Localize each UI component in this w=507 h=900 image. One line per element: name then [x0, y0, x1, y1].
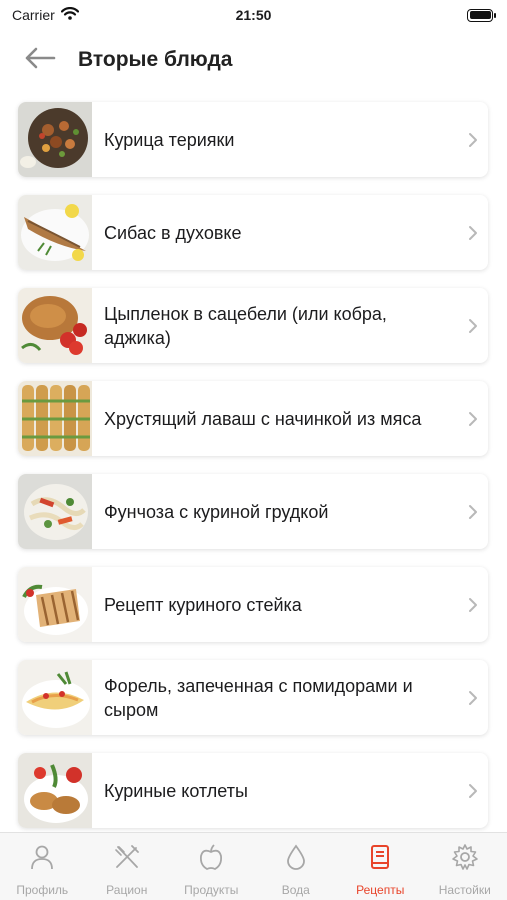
recipe-photo — [18, 195, 92, 270]
status-left: Carrier — [12, 7, 79, 23]
tab-label: Профиль — [16, 883, 69, 897]
water-drop-icon — [282, 843, 310, 876]
recipe-photo — [18, 567, 92, 642]
recipe-title: Сибас в духовке — [104, 222, 242, 243]
recipe-card[interactable]: Сибас в духовке — [18, 195, 488, 270]
person-icon — [28, 843, 56, 876]
recipe-list: Курица терияки Сибас в духовке Цыпленок — [18, 102, 488, 846]
chevron-right-icon — [458, 411, 488, 427]
tab-water[interactable]: Вода — [254, 843, 338, 897]
wifi-icon — [60, 7, 79, 23]
recipe-card[interactable]: Форель, запеченная с помидорами и сыром — [18, 660, 488, 735]
recipe-title: Куриные котлеты — [104, 780, 248, 801]
apple-icon — [197, 843, 225, 876]
recipe-title: Рецепт куриного стейка — [104, 594, 302, 615]
arrow-left-icon — [24, 47, 56, 74]
tab-label: Продукты — [184, 883, 239, 897]
gear-icon — [451, 843, 479, 876]
tab-label: Рацион — [106, 883, 148, 897]
chevron-right-icon — [458, 783, 488, 799]
recipe-card[interactable]: Рецепт куриного стейка — [18, 567, 488, 642]
recipe-title: Хрустящий лаваш с начинкой из мяса — [104, 408, 422, 429]
battery-icon — [467, 8, 496, 22]
chevron-right-icon — [458, 225, 488, 241]
tab-products[interactable]: Продукты — [169, 843, 253, 897]
recipe-photo — [18, 660, 92, 735]
recipe-title: Цыпленок в сацебели (или кобра, аджика) — [104, 303, 387, 348]
chevron-right-icon — [458, 132, 488, 148]
recipe-photo — [18, 474, 92, 549]
recipe-title: Курица терияки — [104, 129, 235, 150]
back-button[interactable] — [20, 40, 60, 80]
tab-recipes[interactable]: Рецепты — [338, 843, 422, 897]
recipe-photo — [18, 381, 92, 456]
tab-label: Рецепты — [356, 883, 405, 897]
recipe-card[interactable]: Хрустящий лаваш с начинкой из мяса — [18, 381, 488, 456]
recipe-photo — [18, 753, 92, 828]
navigation-header: Вторые блюда — [0, 38, 507, 82]
recipe-title: Фунчоза с куриной грудкой — [104, 501, 329, 522]
tab-label: Вода — [281, 883, 310, 897]
tab-profile[interactable]: Профиль — [0, 843, 84, 897]
recipe-title: Форель, запеченная с помидорами и сыром — [104, 675, 413, 720]
tab-diet[interactable]: Рацион — [85, 843, 169, 897]
tab-bar: Профиль Рацион Продукты Вода Рецепты Нас… — [0, 832, 507, 900]
tab-label: Настойки — [438, 883, 491, 897]
page-title: Вторые блюда — [78, 48, 233, 71]
book-icon — [366, 843, 394, 876]
status-bar: Carrier 21:50 — [0, 0, 507, 30]
chevron-right-icon — [458, 597, 488, 613]
chevron-right-icon — [458, 504, 488, 520]
recipe-photo — [18, 288, 92, 363]
tab-settings[interactable]: Настойки — [423, 843, 507, 897]
recipe-card[interactable]: Куриные котлеты — [18, 753, 488, 828]
recipe-card[interactable]: Фунчоза с куриной грудкой — [18, 474, 488, 549]
fork-knife-icon — [113, 843, 141, 876]
recipe-card[interactable]: Курица терияки — [18, 102, 488, 177]
recipe-card[interactable]: Цыпленок в сацебели (или кобра, аджика) — [18, 288, 488, 363]
chevron-right-icon — [458, 318, 488, 334]
carrier-label: Carrier — [12, 7, 55, 23]
recipe-photo — [18, 102, 92, 177]
chevron-right-icon — [458, 690, 488, 706]
